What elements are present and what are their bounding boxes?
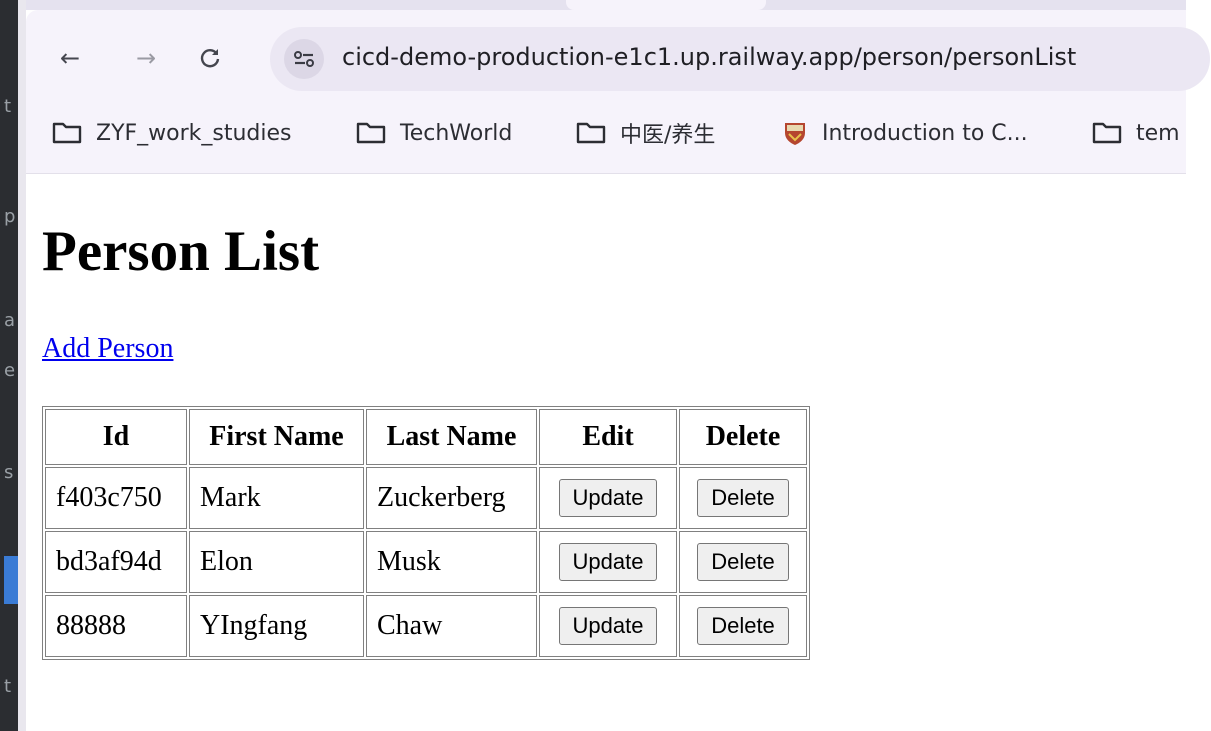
folder-icon: [1092, 122, 1122, 144]
cell-first-name: Elon: [189, 531, 364, 593]
back-arrow-icon: ←: [59, 44, 81, 72]
cell-edit: Update: [539, 531, 677, 593]
bookmark-label: ZYF_work_studies: [96, 120, 292, 146]
bookmark-label: tem: [1136, 120, 1180, 146]
tab-strip: [26, 0, 1186, 10]
folder-icon: [356, 122, 386, 144]
background-glyph: t: [4, 676, 12, 697]
person-table: Id First Name Last Name Edit Delete f403…: [42, 406, 810, 660]
cell-edit: Update: [539, 467, 677, 529]
bookmark-introduction[interactable]: Introduction to C...: [782, 110, 1028, 156]
table-row: 88888 YIngfang Chaw Update Delete: [45, 595, 807, 657]
forward-button[interactable]: →: [128, 40, 164, 76]
address-bar[interactable]: cicd-demo-production-e1c1.up.railway.app…: [270, 27, 1210, 91]
column-header-first-name: First Name: [189, 409, 364, 465]
background-glyph: t: [4, 96, 12, 117]
cell-delete: Delete: [679, 595, 807, 657]
delete-button[interactable]: Delete: [697, 607, 789, 645]
page-title: Person List: [42, 220, 320, 283]
cell-first-name: Mark: [189, 467, 364, 529]
add-person-link[interactable]: Add Person: [42, 333, 173, 365]
bookmark-label: Introduction to C...: [822, 120, 1028, 146]
cell-last-name: Zuckerberg: [366, 467, 537, 529]
bookmark-label: TechWorld: [400, 120, 513, 146]
cell-last-name: Musk: [366, 531, 537, 593]
bookmark-zyf-work-studies[interactable]: ZYF_work_studies: [52, 110, 292, 156]
background-window-strip: t p a e s t: [0, 0, 26, 731]
cell-id: 88888: [45, 595, 187, 657]
bookmark-tem[interactable]: tem: [1092, 110, 1180, 156]
column-header-id: Id: [45, 409, 187, 465]
cell-delete: Delete: [679, 467, 807, 529]
background-glyph: e: [4, 360, 16, 381]
background-glyph: p: [4, 206, 16, 227]
cell-first-name: YIngfang: [189, 595, 364, 657]
bookmark-label: 中医/养生: [620, 123, 716, 148]
delete-button[interactable]: Delete: [697, 543, 789, 581]
table-header-row: Id First Name Last Name Edit Delete: [45, 409, 807, 465]
window-border: [18, 0, 26, 731]
tune-icon: [294, 51, 314, 67]
back-button[interactable]: ←: [52, 40, 88, 76]
site-info-button[interactable]: [284, 39, 324, 79]
shield-icon: [782, 120, 808, 146]
bookmark-tcm-health[interactable]: 中医/养生: [576, 110, 715, 156]
column-header-last-name: Last Name: [366, 409, 537, 465]
folder-icon: [52, 122, 82, 144]
page-content: Person List Add Person Id First Name Las…: [26, 175, 1186, 731]
reload-button[interactable]: [192, 40, 228, 76]
browser-chrome: ← → cicd-demo-production-e1c1.up.railway…: [26, 10, 1210, 174]
update-button[interactable]: Update: [558, 543, 658, 581]
column-header-delete: Delete: [679, 409, 807, 465]
table-row: bd3af94d Elon Musk Update Delete: [45, 531, 807, 593]
background-glyph: a: [4, 310, 16, 331]
cell-id: bd3af94d: [45, 531, 187, 593]
bookmarks-bar: ZYF_work_studies TechWorld 中医/养生 Introdu…: [26, 110, 1186, 156]
cell-last-name: Chaw: [366, 595, 537, 657]
delete-button[interactable]: Delete: [697, 479, 789, 517]
cell-delete: Delete: [679, 531, 807, 593]
update-button[interactable]: Update: [558, 607, 658, 645]
bookmark-techworld[interactable]: TechWorld: [356, 110, 512, 156]
url-text[interactable]: cicd-demo-production-e1c1.up.railway.app…: [342, 43, 1076, 71]
browser-toolbar: ← → cicd-demo-production-e1c1.up.railway…: [26, 10, 1210, 100]
forward-arrow-icon: →: [135, 44, 157, 72]
update-button[interactable]: Update: [558, 479, 658, 517]
table-row: f403c750 Mark Zuckerberg Update Delete: [45, 467, 807, 529]
cell-edit: Update: [539, 595, 677, 657]
background-glyph: s: [4, 462, 14, 483]
reload-icon: [200, 49, 220, 68]
cell-id: f403c750: [45, 467, 187, 529]
column-header-edit: Edit: [539, 409, 677, 465]
folder-icon: [576, 122, 606, 144]
active-tab[interactable]: [566, 0, 766, 10]
